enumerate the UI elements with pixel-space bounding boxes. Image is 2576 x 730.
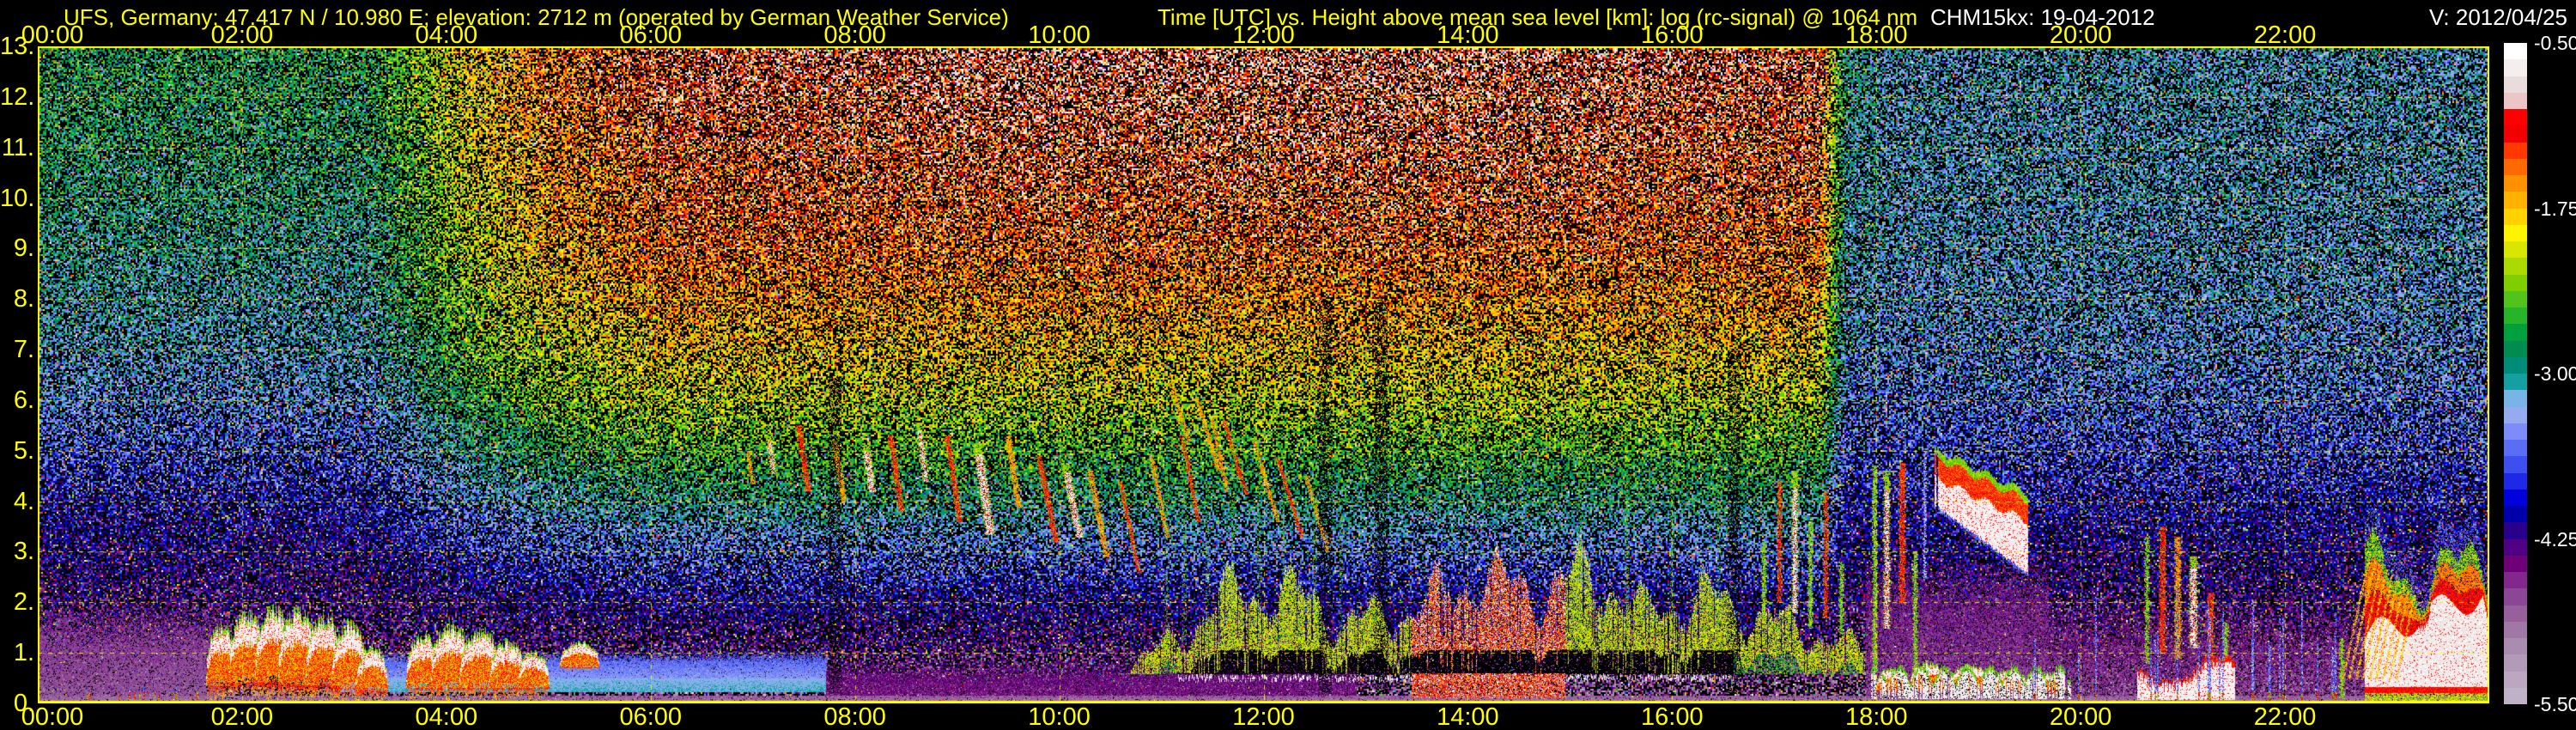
x-tick-top-06:00: 06:00: [619, 21, 683, 49]
colorbar-segment-10: [2504, 208, 2527, 225]
colorbar-segment-29: [2504, 522, 2527, 539]
colorbar-segment-39: [2504, 687, 2527, 704]
colorbar-segment-6: [2504, 142, 2527, 159]
colorbar-segment-32: [2504, 572, 2527, 589]
colorbar-segment-11: [2504, 224, 2527, 241]
y-tick-3.: 3.: [13, 538, 34, 566]
x-tick-top-12:00: 12:00: [1232, 21, 1295, 49]
y-tick-11.: 11.: [1, 133, 34, 161]
x-tick-top-02:00: 02:00: [210, 21, 274, 49]
colorbar-segment-35: [2504, 621, 2527, 638]
colorbar: [2504, 43, 2527, 704]
y-tick-10.: 10.: [0, 184, 35, 212]
colorbar-segment-5: [2504, 125, 2527, 143]
colorbar-segment-20: [2504, 374, 2527, 391]
colorbar-segment-34: [2504, 605, 2527, 622]
colorbar-segment-16: [2504, 307, 2527, 325]
x-tick-bottom-20:00: 20:00: [2049, 703, 2112, 730]
x-tick-top-16:00: 16:00: [1641, 21, 1704, 49]
colorbar-segment-17: [2504, 324, 2527, 341]
x-tick-top-10:00: 10:00: [1028, 21, 1091, 49]
colorbar-segment-3: [2504, 92, 2527, 109]
x-tick-bottom-02:00: 02:00: [210, 703, 274, 730]
colorbar-segment-25: [2504, 456, 2527, 473]
colorbar-segment-37: [2504, 654, 2527, 672]
colorbar-segment-15: [2504, 290, 2527, 307]
colorbar-label--4.25: -4.25: [2534, 527, 2576, 551]
colorbar-segment-31: [2504, 555, 2527, 572]
x-tick-top-20:00: 20:00: [2049, 21, 2112, 49]
colorbar-segment-7: [2504, 158, 2527, 175]
ceilometer-screen: UFS, Germany; 47.417 N / 10.980 E; eleva…: [0, 0, 2576, 730]
y-tick-1.: 1.: [13, 639, 34, 667]
colorbar-label--0.50: -0.50: [2534, 32, 2576, 54]
y-tick-2.: 2.: [13, 588, 34, 617]
colorbar-segment-30: [2504, 538, 2527, 556]
x-tick-bottom-12:00: 12:00: [1232, 703, 1295, 730]
x-tick-bottom-04:00: 04:00: [415, 703, 478, 730]
x-tick-top-22:00: 22:00: [2253, 21, 2317, 49]
colorbar-segment-26: [2504, 472, 2527, 490]
colorbar-segment-28: [2504, 506, 2527, 523]
colorbar-segment-23: [2504, 423, 2527, 440]
x-tick-bottom-14:00: 14:00: [1437, 703, 1499, 730]
colorbar-segment-13: [2504, 258, 2527, 275]
x-tick-top-08:00: 08:00: [823, 21, 886, 49]
colorbar-segment-4: [2504, 109, 2527, 126]
colorbar-segment-24: [2504, 440, 2527, 457]
x-tick-bottom-16:00: 16:00: [1641, 703, 1704, 730]
version-label: V: 2012/04/25: [2429, 4, 2567, 30]
colorbar-segment-1: [2504, 59, 2527, 76]
x-tick-bottom-22:00: 22:00: [2253, 703, 2317, 730]
x-tick-top-14:00: 14:00: [1437, 21, 1499, 49]
colorbar-segment-27: [2504, 489, 2527, 506]
y-tick-7.: 7.: [13, 336, 34, 364]
colorbar-segment-21: [2504, 390, 2527, 407]
colorbar-segment-38: [2504, 671, 2527, 688]
y-tick-4.: 4.: [13, 487, 34, 515]
y-tick-13.: 13.: [0, 33, 35, 60]
y-tick-5.: 5.: [13, 436, 34, 465]
y-tick-6.: 6.: [13, 386, 34, 414]
x-tick-bottom-00:00: 00:00: [21, 703, 84, 730]
heatmap-canvas: [38, 46, 2489, 703]
colorbar-segment-33: [2504, 588, 2527, 605]
colorbar-segment-0: [2504, 43, 2527, 60]
colorbar-segment-9: [2504, 192, 2527, 209]
y-tick-8.: 8.: [13, 285, 34, 313]
colorbar-segment-14: [2504, 274, 2527, 291]
x-tick-top-04:00: 04:00: [415, 21, 478, 49]
x-tick-bottom-06:00: 06:00: [619, 703, 683, 730]
colorbar-segment-2: [2504, 76, 2527, 93]
colorbar-segment-19: [2504, 356, 2527, 374]
instrument-date: CHM15kx: 19-04-2012: [1930, 4, 2155, 30]
colorbar-label--1.75: -1.75: [2534, 197, 2576, 220]
colorbar-segment-12: [2504, 241, 2527, 259]
x-tick-bottom-08:00: 08:00: [823, 703, 886, 730]
colorbar-segment-8: [2504, 175, 2527, 192]
colorbar-segment-36: [2504, 638, 2527, 655]
x-tick-bottom-18:00: 18:00: [1844, 703, 1908, 730]
colorbar-label--5.50: -5.50: [2534, 693, 2576, 715]
y-tick-9.: 9.: [13, 234, 34, 263]
colorbar-label--3.00: -3.00: [2534, 362, 2576, 385]
x-tick-bottom-10:00: 10:00: [1028, 703, 1091, 730]
colorbar-segment-22: [2504, 406, 2527, 423]
colorbar-segment-18: [2504, 340, 2527, 357]
x-tick-top-18:00: 18:00: [1844, 21, 1908, 49]
y-tick-12.: 12.: [0, 82, 35, 111]
